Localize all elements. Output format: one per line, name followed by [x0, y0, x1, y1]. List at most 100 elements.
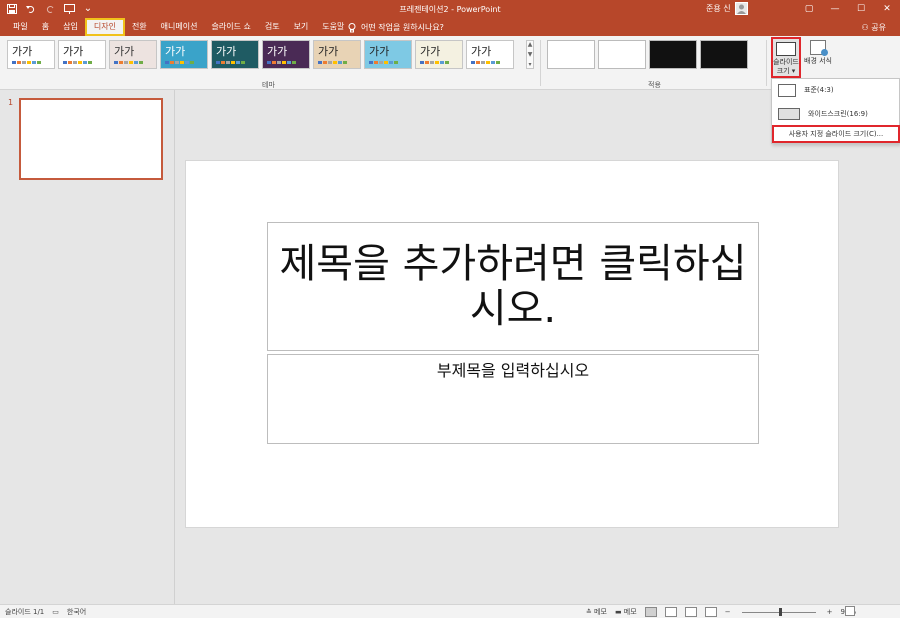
subtitle-placeholder[interactable]: 부제목을 입력하십시오: [267, 354, 759, 444]
theme-thumbnail[interactable]: 가가: [415, 40, 463, 69]
theme-thumbnail-text: 가가: [471, 45, 492, 58]
zoom-out-button[interactable]: −: [725, 608, 731, 616]
theme-color-bars: [420, 61, 449, 64]
slide-number: 1: [8, 98, 14, 107]
menu-item-custom-label: 사용자 지정 슬라이드 크기(C)...: [788, 130, 884, 138]
menu-item-widescreen-label: 와이드스크린(16:9): [808, 110, 868, 118]
theme-thumbnail-text: 가가: [165, 45, 186, 58]
slide-thumbnails-pane: 1: [0, 90, 175, 604]
theme-thumbnail[interactable]: 가가: [364, 40, 412, 69]
tab-1[interactable]: 홈: [35, 18, 56, 36]
variant-thumbnail[interactable]: [700, 40, 748, 69]
zoom-in-button[interactable]: +: [827, 608, 833, 616]
slide-size-icon: [776, 42, 796, 56]
avatar[interactable]: [734, 2, 748, 15]
tell-me-search[interactable]: 어떤 작업을 원하시나요?: [348, 22, 444, 33]
tab-4[interactable]: 전환: [125, 18, 154, 36]
tab-7[interactable]: 검토: [258, 18, 287, 36]
tab-0[interactable]: 파일: [6, 18, 35, 36]
variant-thumbnail[interactable]: [547, 40, 595, 69]
tab-9[interactable]: 도움말: [315, 18, 351, 36]
slide-canvas: 제목을 추가하려면 클릭하십시오. 부제목을 입력하십시오: [185, 160, 839, 528]
fit-slide-icon[interactable]: [845, 606, 855, 616]
tell-me-text: 어떤 작업을 원하시나요?: [361, 23, 444, 32]
menu-item-standard[interactable]: 표준(4:3): [772, 79, 899, 101]
language-indicator[interactable]: 한국어: [67, 607, 86, 617]
menu-item-standard-label: 표준(4:3): [804, 86, 834, 94]
tab-5[interactable]: 애니메이션: [154, 18, 205, 36]
account-area[interactable]: 준용 신: [706, 2, 748, 15]
ribbon-tabs: 파일 홈 삽입 디자인 전환 애니메이션 슬라이드 쇼 검토 보기 도움말 어떤 작업을 원하시나…: [0, 18, 900, 36]
menu-item-custom-slide-size[interactable]: 사용자 지정 슬라이드 크기(C)...: [772, 125, 900, 143]
theme-color-bars: [216, 61, 245, 64]
theme-thumbnail[interactable]: 가가: [313, 40, 361, 69]
notes-icon: ≛: [585, 608, 592, 616]
title-placeholder-text: 제목을 추가하려면 클릭하십시오.: [279, 240, 747, 332]
theme-thumbnail-text: 가가: [318, 45, 339, 58]
theme-thumbnail[interactable]: 가가: [58, 40, 106, 69]
normal-view-icon[interactable]: [644, 607, 657, 617]
more-icon[interactable]: ▾: [528, 61, 531, 68]
theme-thumbnail[interactable]: 가가: [262, 40, 310, 69]
slide-info: 슬라이드 1/1: [5, 608, 45, 616]
menu-item-widescreen[interactable]: 와이드스크린(16:9): [772, 103, 899, 125]
reading-view-icon[interactable]: [684, 607, 697, 617]
share-label: 공유: [871, 23, 886, 32]
theme-color-bars: [267, 61, 296, 64]
minimize-icon[interactable]: —: [822, 0, 848, 18]
maximize-icon[interactable]: ☐: [848, 0, 874, 18]
variant-thumbnail[interactable]: [649, 40, 697, 69]
variants-group-label: 적용: [648, 81, 661, 89]
tab-3[interactable]: 디자인: [84, 18, 125, 36]
format-background-icon: [810, 40, 828, 56]
slide-size-label: 슬라이드 크기 ▾: [773, 58, 799, 75]
theme-thumbnail[interactable]: 가가: [7, 40, 55, 69]
theme-thumbnail-text: 가가: [216, 45, 237, 58]
theme-thumbnail-text: 가가: [267, 45, 288, 58]
tab-6[interactable]: 슬라이드 쇼: [204, 18, 257, 36]
ribbon-display-options-icon[interactable]: ▢: [796, 0, 822, 18]
title-placeholder[interactable]: 제목을 추가하려면 클릭하십시오.: [267, 222, 759, 351]
slide-sorter-view-icon[interactable]: [664, 607, 677, 617]
chevron-up-icon[interactable]: ▲: [528, 41, 533, 48]
share-button[interactable]: ⚇ 공유: [862, 22, 886, 33]
tab-2[interactable]: 삽입: [56, 18, 85, 36]
themes-gallery: 가가 가가 가가 가가 가가 가가 가가 가가 가가 가가: [7, 40, 514, 69]
user-name: 준용 신: [706, 4, 731, 13]
theme-color-bars: [318, 61, 347, 64]
tab-8[interactable]: 보기: [287, 18, 316, 36]
slideshow-view-icon[interactable]: [704, 607, 717, 617]
zoom-slider[interactable]: [741, 607, 816, 616]
theme-thumbnail-text: 가가: [420, 45, 441, 58]
close-icon[interactable]: ✕: [874, 0, 900, 18]
theme-thumbnail-text: 가가: [114, 45, 135, 58]
design-ribbon: 가가 가가 가가 가가 가가 가가 가가 가가 가가 가가 ▲ ▼ ▾ 테마 적용 슬라이드 크기…: [0, 36, 900, 90]
theme-thumbnail[interactable]: 가가: [160, 40, 208, 69]
workspace: 1 제목을 추가하려면 클릭하십시오. 부제목을 입력하십시오: [0, 90, 900, 604]
variants-gallery: [547, 40, 748, 69]
comment-icon: ▬: [614, 608, 622, 616]
themes-group-label: 테마: [262, 81, 275, 89]
chevron-down-icon[interactable]: ▼: [528, 51, 533, 58]
variant-thumbnail[interactable]: [598, 40, 646, 69]
document-title: 프레젠테이션2 - PowerPoint: [399, 5, 501, 14]
notes-button[interactable]: ≛ 메모: [586, 607, 607, 617]
format-background-label: 배경 서식: [804, 57, 832, 65]
theme-thumbnail[interactable]: 가가: [466, 40, 514, 69]
slide-size-menu: 표준(4:3) 와이드스크린(16:9) 사용자 지정 슬라이드 크기(C)..…: [771, 78, 900, 144]
theme-color-bars: [165, 61, 194, 64]
spellcheck-icon[interactable]: ▭: [52, 608, 59, 616]
themes-gallery-scroll[interactable]: ▲ ▼ ▾: [526, 40, 534, 69]
theme-color-bars: [471, 61, 500, 64]
status-bar: 슬라이드 1/1 ▭ 한국어 ≛ 메모 ▬ 메모 − + 92%: [0, 604, 900, 618]
comments-button[interactable]: ▬ 메모: [615, 607, 637, 617]
theme-thumbnail-text: 가가: [63, 45, 84, 58]
theme-thumbnail[interactable]: 가가: [211, 40, 259, 69]
slide-thumbnail[interactable]: [19, 98, 163, 180]
slide-size-button[interactable]: 슬라이드 크기 ▾: [771, 37, 801, 78]
theme-thumbnail[interactable]: 가가: [109, 40, 157, 69]
title-bar: ⌄ 프레젠테이션2 - PowerPoint 준용 신 ▢ — ☐ ✕: [0, 0, 900, 18]
zoom-slider-knob[interactable]: [778, 607, 782, 616]
format-background-button[interactable]: 배경 서식: [803, 37, 833, 78]
person-icon: ⚇: [861, 23, 869, 32]
